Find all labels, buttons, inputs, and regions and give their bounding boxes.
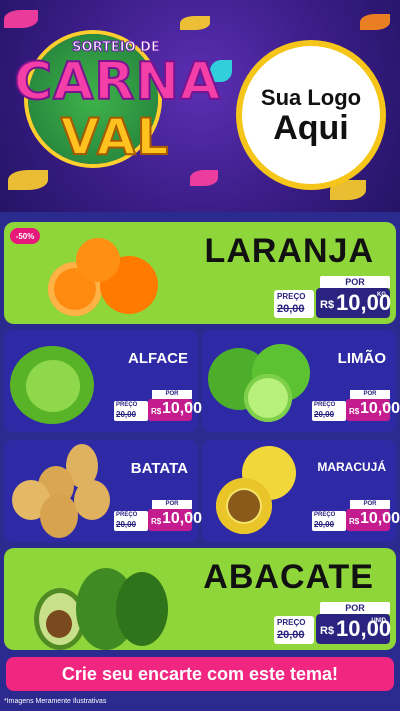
- confetti-decoration: [8, 170, 48, 190]
- currency: R$: [349, 407, 360, 416]
- product-card-batata[interactable]: BATATA POR PREÇO 20,00 R$ 10,00 KG: [4, 440, 202, 542]
- old-price: 20,00: [277, 629, 305, 641]
- price-value: 10,00: [360, 400, 400, 417]
- potato-icon: [10, 444, 120, 538]
- orange-icon: [48, 232, 168, 318]
- old-price-box: PREÇO 20,00: [274, 290, 314, 318]
- por-label: POR: [350, 500, 390, 509]
- old-price: 20,00: [116, 520, 137, 529]
- product-card-maracuja[interactable]: MARACUJÁ POR PREÇO 20,00 R$ 10,00 KG: [202, 440, 400, 542]
- price-unit: KG: [184, 402, 190, 407]
- confetti-decoration: [190, 170, 218, 186]
- lime-icon: [208, 340, 318, 424]
- currency: R$: [320, 299, 335, 311]
- product-name: ALFACE: [128, 350, 188, 367]
- price-tag: POR PREÇO 20,00 R$ 10,00 KG: [312, 500, 400, 532]
- preco-label: PREÇO: [314, 402, 336, 408]
- new-price-box: R$ 10,00 KG: [148, 399, 202, 421]
- product-name: LIMÃO: [337, 350, 386, 367]
- price-tag: POR PREÇO 20,00 R$ 10,00 KG: [312, 390, 400, 422]
- por-label: POR: [320, 276, 390, 288]
- old-price-box: PREÇO 20,00: [114, 511, 148, 531]
- product-card-limao[interactable]: LIMÃO POR PREÇO 20,00 R$ 10,00 KG: [202, 330, 400, 432]
- old-price: 20,00: [314, 410, 335, 419]
- price-unit: KG: [382, 402, 388, 407]
- price-value: 10,00: [162, 400, 203, 417]
- price-tag: POR PREÇO 20,00 R$ 10,00 KG: [270, 276, 391, 320]
- create-flyer-banner[interactable]: Crie seu encarte com este tema!: [6, 657, 394, 691]
- currency: R$: [349, 517, 360, 526]
- passion-fruit-icon: [212, 446, 312, 538]
- confetti-decoration: [180, 16, 210, 30]
- preco-label: PREÇO: [314, 512, 336, 518]
- new-price-box: R$ 10,00 KG: [346, 509, 400, 531]
- por-label: POR: [152, 500, 192, 509]
- footer-disclaimer: *Imagens Meramente Ilustrativas: [4, 698, 107, 705]
- old-price-box: PREÇO 20,00: [312, 401, 346, 421]
- price-tag: POR PREÇO 20,00 R$ 10,00 UNID: [270, 602, 391, 646]
- confetti-decoration: [4, 10, 38, 28]
- product-card-alface[interactable]: ALFACE POR PREÇO 20,00 R$ 10,00 KG: [4, 330, 202, 432]
- price-tag: POR PREÇO 20,00 R$ 10,00 KG: [114, 500, 202, 532]
- new-price-box: R$ 10,00 UNID: [316, 614, 391, 644]
- por-label: POR: [320, 602, 390, 614]
- product-card-abacate[interactable]: ABACATE POR PREÇO 20,00 R$ 10,00 UNID: [4, 548, 396, 650]
- price-unit: KG: [184, 512, 190, 517]
- lettuce-icon: [10, 338, 96, 424]
- logo-line-2: Aqui: [273, 109, 349, 147]
- price-unit: KG: [382, 512, 388, 517]
- price-value: 10,00: [360, 510, 400, 527]
- price-tag: POR PREÇO 20,00 R$ 10,00 KG: [114, 390, 202, 422]
- confetti-decoration: [360, 14, 390, 30]
- title-val: VAL: [60, 107, 170, 167]
- currency: R$: [151, 517, 162, 526]
- preco-label: PREÇO: [277, 292, 306, 301]
- product-name: ABACATE: [203, 558, 374, 596]
- currency: R$: [320, 625, 335, 637]
- preco-label: PREÇO: [277, 618, 306, 627]
- old-price-box: PREÇO 20,00: [114, 401, 148, 421]
- preco-label: PREÇO: [116, 512, 138, 518]
- title-carna: CARNA: [13, 51, 222, 113]
- product-name: MARACUJÁ: [317, 460, 386, 474]
- por-label: POR: [350, 390, 390, 399]
- product-name: LARANJA: [204, 232, 374, 270]
- price-value: 10,00: [162, 510, 203, 527]
- preco-label: PREÇO: [116, 402, 138, 408]
- old-price: 20,00: [116, 410, 137, 419]
- currency: R$: [151, 407, 162, 416]
- new-price-box: R$ 10,00 KG: [346, 399, 400, 421]
- price-unit: UNID: [371, 618, 386, 624]
- product-card-laranja[interactable]: -50% LARANJA POR PREÇO 20,00 R$ 10,00 KG: [4, 222, 396, 324]
- logo-line-1: Sua Logo: [260, 85, 362, 110]
- new-price-box: R$ 10,00 KG: [316, 288, 391, 318]
- new-price-box: R$ 10,00 KG: [148, 509, 202, 531]
- price-unit: KG: [377, 292, 386, 298]
- old-price: 20,00: [277, 303, 305, 315]
- discount-badge: -50%: [10, 228, 40, 244]
- old-price: 20,00: [314, 520, 335, 529]
- old-price-box: PREÇO 20,00: [274, 616, 314, 644]
- product-name: BATATA: [130, 460, 188, 477]
- logo-placeholder[interactable]: Sua Logo Aqui: [236, 40, 386, 190]
- por-label: POR: [152, 390, 192, 399]
- avocado-icon: [34, 554, 184, 650]
- old-price-box: PREÇO 20,00: [312, 511, 346, 531]
- carnival-header: SORTEIO DE CARNA VAL Sua Logo Aqui: [0, 0, 400, 212]
